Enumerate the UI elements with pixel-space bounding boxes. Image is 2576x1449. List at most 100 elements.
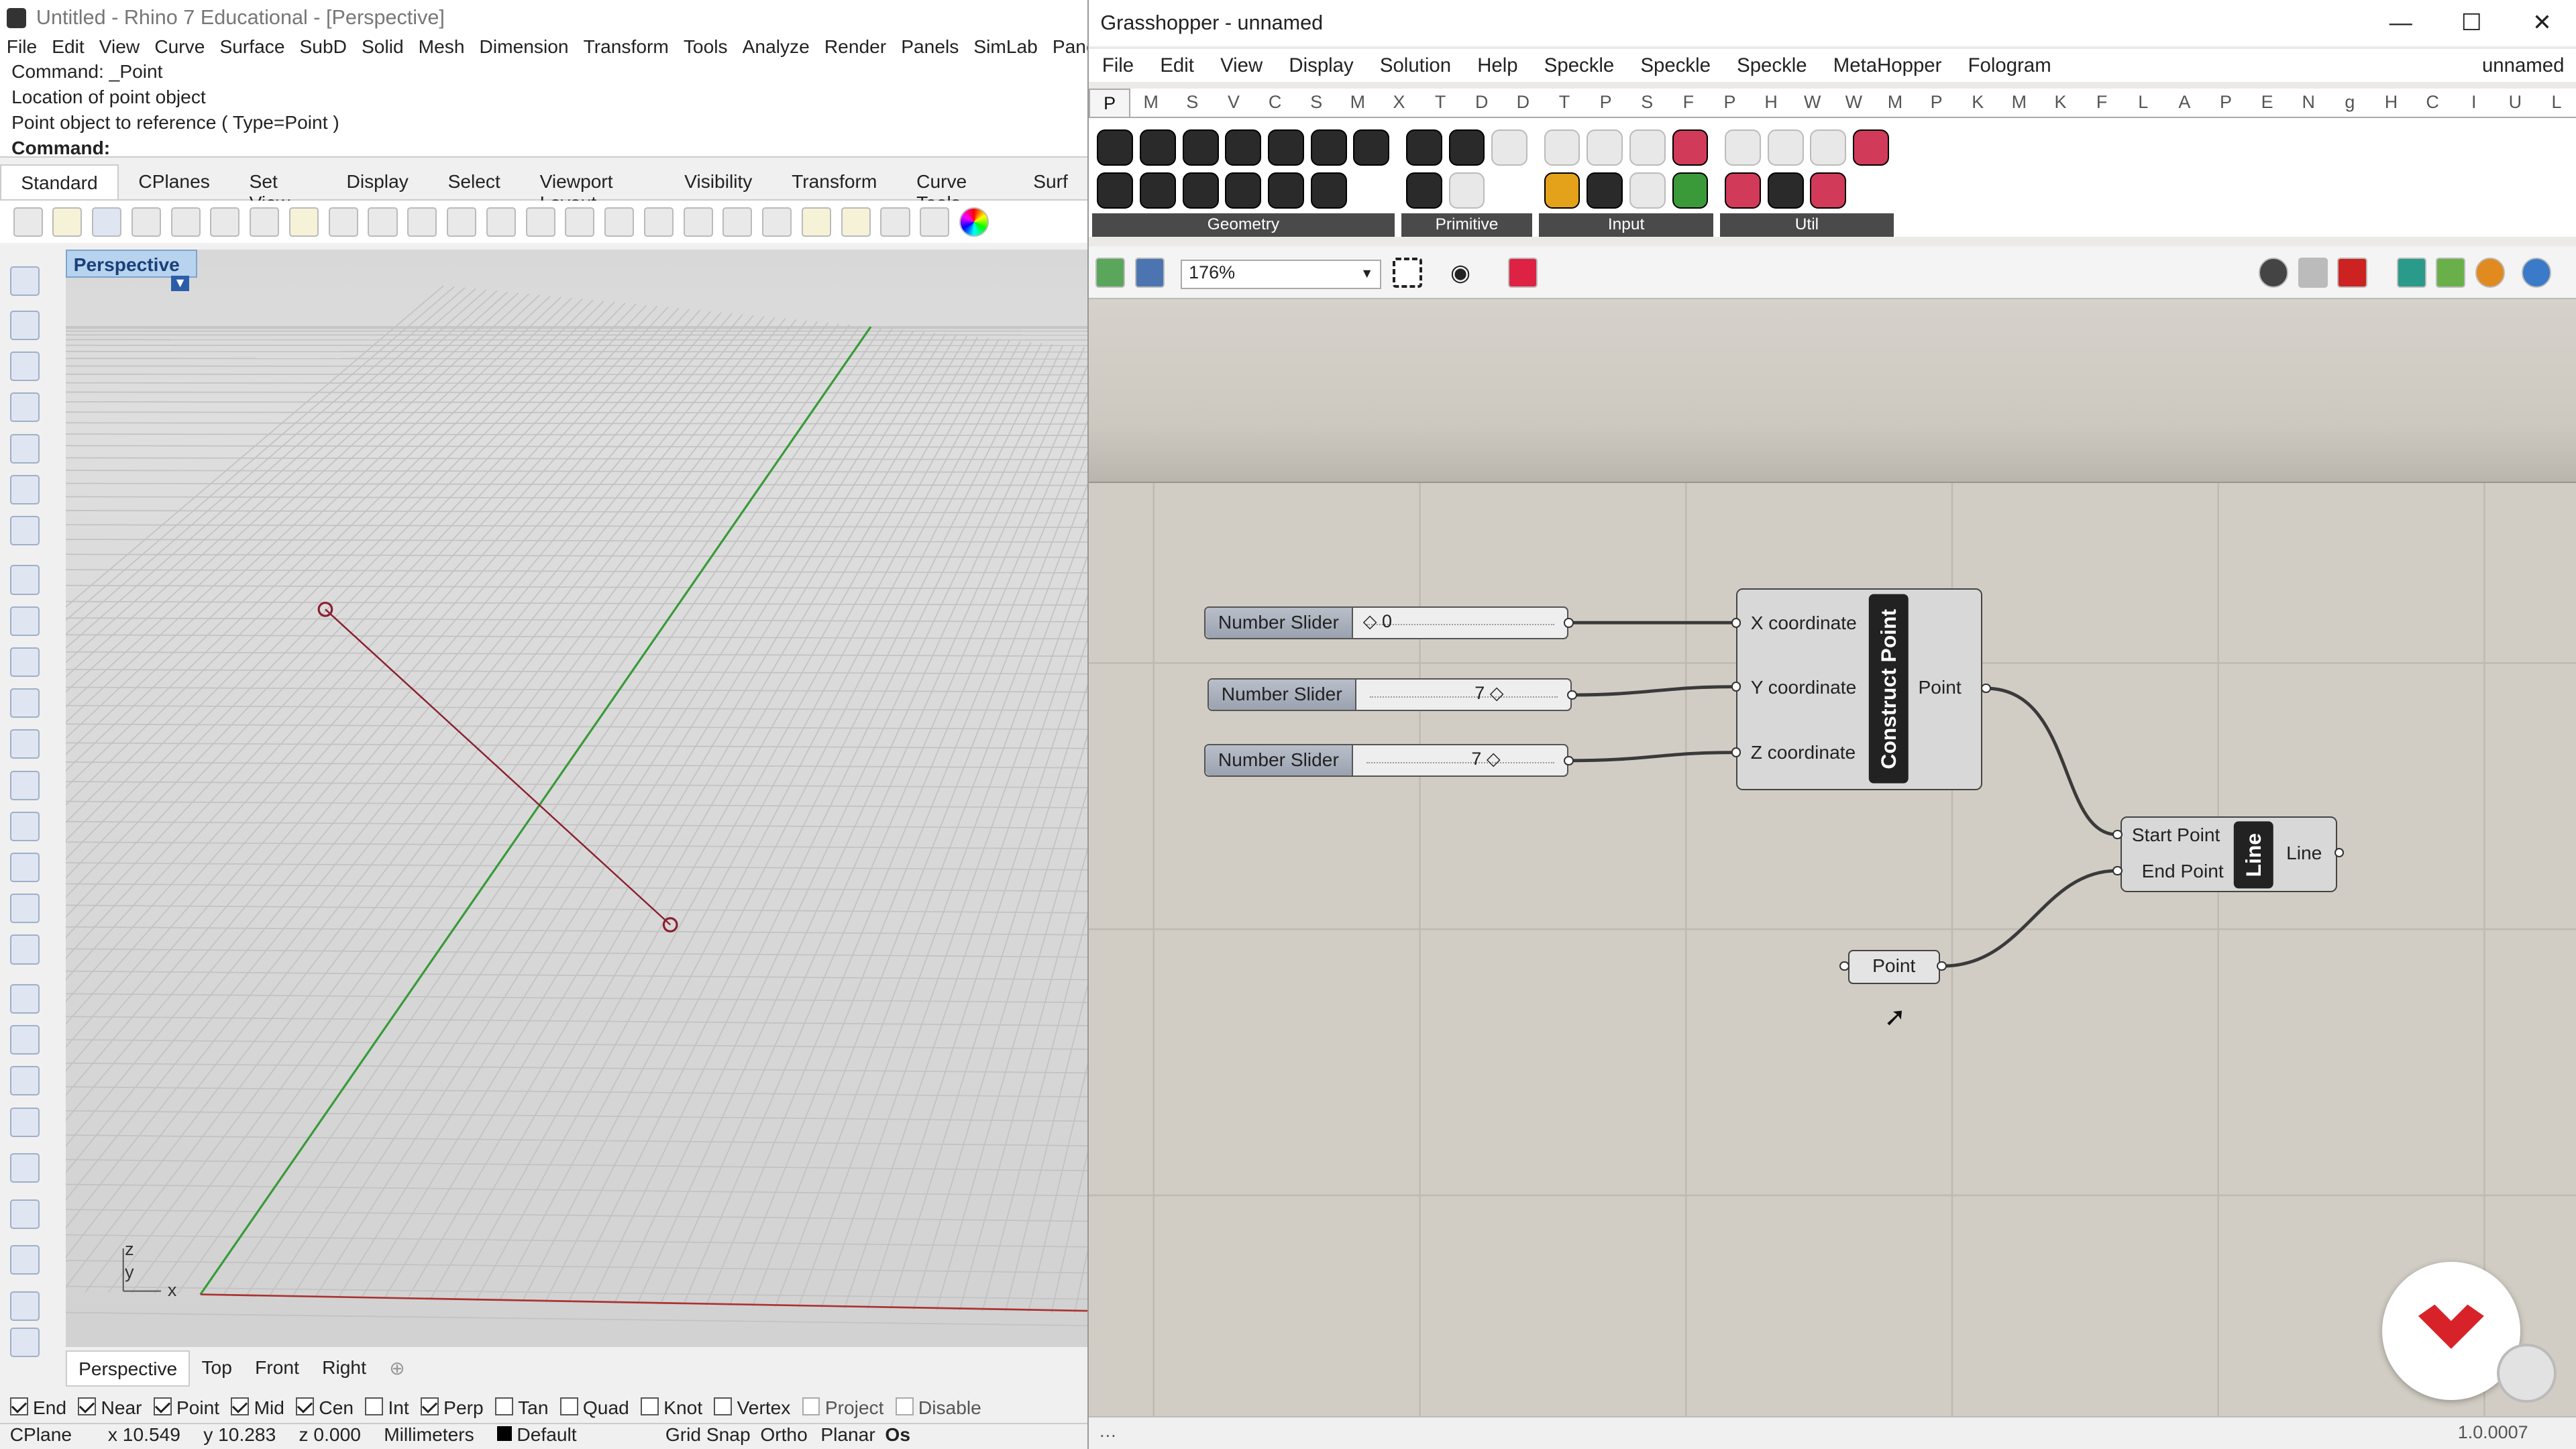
menu-view[interactable]: View [99,36,140,62]
checkbox-icon[interactable] [78,1397,97,1416]
sphere-icon[interactable] [9,811,40,841]
output-grip[interactable] [1563,617,1574,628]
checkbox-icon[interactable] [365,1397,384,1416]
save-icon[interactable] [92,207,122,237]
construct-point-component[interactable]: X coordinate Y coordinate Z coordinate C… [1736,588,1983,790]
status-layer[interactable]: Default [497,1424,577,1449]
viewport-tab-top[interactable]: Top [190,1350,244,1387]
point-icon[interactable] [9,310,40,340]
checkbox-icon[interactable] [559,1397,578,1416]
osnap-end[interactable]: End [9,1397,66,1419]
osnap-cen[interactable]: Cen [296,1397,354,1419]
tab-viewport-layout[interactable]: Viewport Layout [520,164,665,213]
input-x-coordinate[interactable]: X coordinate [1751,612,1857,634]
checkbox-icon[interactable] [9,1397,28,1416]
tab-transform[interactable]: Transform [772,164,897,199]
undo-icon[interactable] [328,207,358,237]
print-icon[interactable] [131,207,161,237]
checkbox-icon[interactable] [296,1397,315,1416]
cut-icon[interactable] [210,207,240,237]
tab-cplanes[interactable]: CPlanes [119,164,229,199]
menu-render[interactable]: Render [824,36,886,62]
menu-simlab[interactable]: SimLab [973,36,1037,62]
rectangle-icon[interactable] [9,565,40,595]
viewport-label[interactable]: Perspective ▼ [65,250,197,292]
light-icon[interactable] [841,207,871,237]
open-icon[interactable] [52,207,83,237]
chevron-down-icon[interactable]: ▼ [171,276,190,292]
checkbox-icon[interactable] [231,1397,250,1416]
menu-tools[interactable]: Tools [684,36,728,62]
output-grip[interactable] [1563,755,1574,766]
new-icon[interactable] [13,207,43,237]
ellipse-icon[interactable] [9,474,40,504]
output-grip[interactable] [1566,690,1577,700]
array-icon[interactable] [9,1199,40,1229]
osnap-int[interactable]: Int [365,1397,409,1419]
osnap-point[interactable]: Point [153,1397,219,1419]
trim-icon[interactable] [9,1025,40,1055]
checkbox-icon[interactable] [494,1397,513,1416]
polyline-icon[interactable] [9,352,40,382]
boolean-icon[interactable] [9,1066,40,1096]
canvas-widget-icon[interactable] [2497,1344,2557,1403]
slider-track[interactable]: ◇ 0 [1353,607,1568,638]
input-grip[interactable] [1731,617,1741,628]
zoom-icon[interactable] [447,207,477,237]
menu-panels[interactable]: Panels [901,36,959,62]
pan-icon[interactable] [368,207,398,237]
checkbox-icon[interactable] [640,1397,659,1416]
status-osnap[interactable]: Os [885,1424,910,1449]
menu-mesh[interactable]: Mesh [419,36,465,62]
slider-track[interactable]: 7 ◇ [1353,745,1568,776]
osnap-near[interactable]: Near [78,1397,142,1419]
extrude-icon[interactable] [9,729,40,759]
point-parameter[interactable]: Point [1847,949,1940,984]
osnap-tan[interactable]: Tan [494,1397,548,1419]
more-tools-icon[interactable] [9,1327,40,1357]
transform-icon[interactable] [9,1153,40,1183]
input-start-point[interactable]: Start Point [2132,824,2220,846]
output-grip[interactable] [1981,683,1991,694]
box-icon[interactable] [9,770,40,800]
osnap-knot[interactable]: Knot [640,1397,702,1419]
polygon-icon[interactable] [9,515,40,546]
menu-curve[interactable]: Curve [154,36,205,62]
number-slider[interactable]: Number Slider 7 ◇ [1203,744,1569,777]
dimension-icon[interactable] [9,1245,40,1275]
tab-standard[interactable]: Standard [0,164,119,199]
output-point[interactable]: Point [1919,677,1962,698]
output-grip[interactable] [1936,961,1947,971]
zoom-extents-icon[interactable] [525,207,555,237]
offset-icon[interactable] [9,647,40,677]
text-icon[interactable] [9,1291,40,1321]
export-icon[interactable] [170,207,201,237]
four-view-icon[interactable] [643,207,674,237]
menu-edit[interactable]: Edit [52,36,85,62]
lock-icon[interactable] [880,207,910,237]
checkbox-icon[interactable] [895,1397,914,1416]
input-grip[interactable] [2112,865,2123,876]
status-ortho[interactable]: Ortho [760,1424,807,1449]
checkbox-icon[interactable] [714,1397,733,1416]
tab-curve-tools[interactable]: Curve Tools [897,164,1014,213]
fillet-icon[interactable] [9,934,40,965]
tab-visibility[interactable]: Visibility [665,164,772,199]
select-arrow-icon[interactable] [9,266,40,296]
osnap-perp[interactable]: Perp [420,1397,484,1419]
number-slider[interactable]: Number Slider 7 ◇ [1207,678,1572,712]
tab-set-view[interactable]: Set View [229,164,327,213]
osnap-project[interactable]: Project [802,1397,883,1419]
menu-subd[interactable]: SubD [300,36,347,62]
checkbox-icon[interactable] [802,1397,820,1416]
menu-dimension[interactable]: Dimension [480,36,569,62]
tab-surface[interactable]: Surf [1014,164,1087,199]
osnap-vertex[interactable]: Vertex [714,1397,790,1419]
checkbox-icon[interactable] [153,1397,172,1416]
grid-icon[interactable] [722,207,753,237]
rotate-view-icon[interactable] [407,207,437,237]
zoom-selected-icon[interactable] [565,207,595,237]
perspective-viewport[interactable]: z y x [65,250,1088,1348]
osnap-quad[interactable]: Quad [559,1397,629,1419]
input-end-point[interactable]: End Point [2142,861,2224,882]
